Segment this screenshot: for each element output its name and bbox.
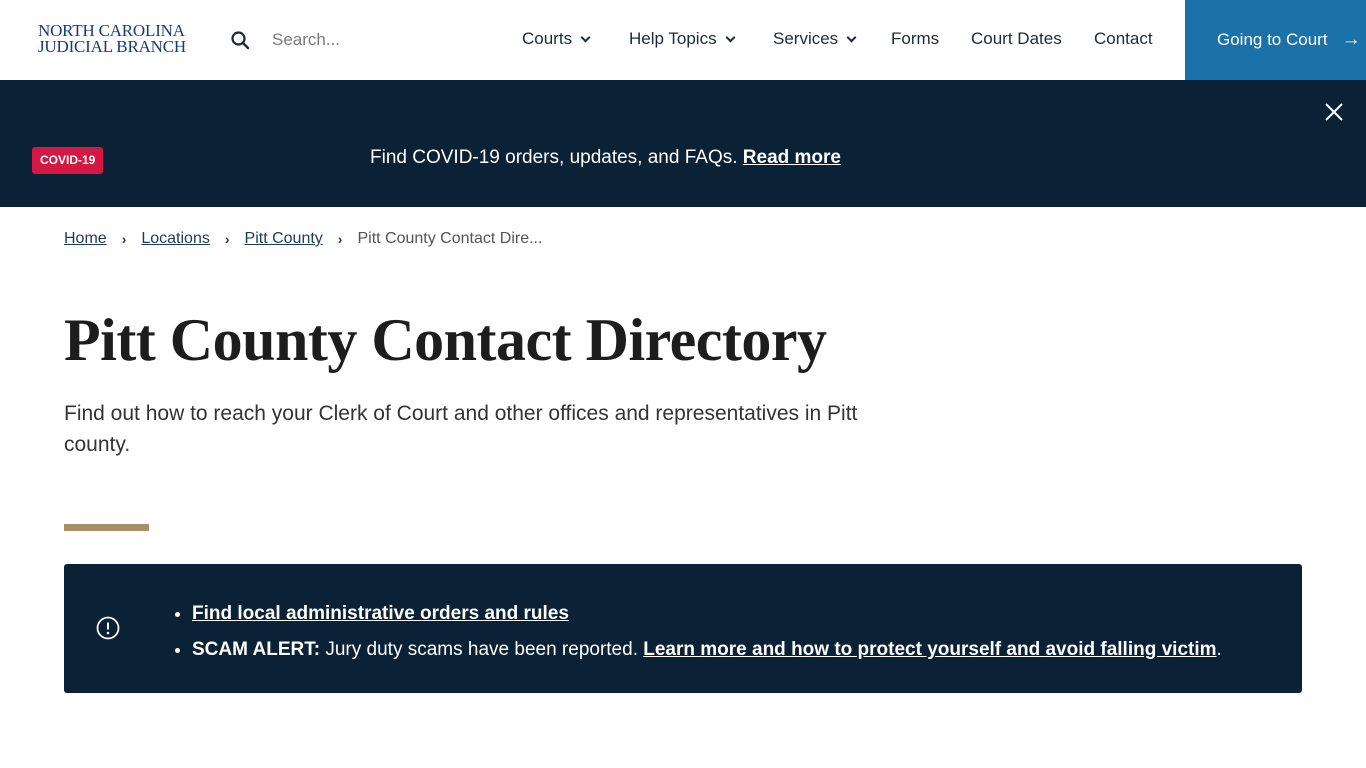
chevron-down-icon — [846, 32, 857, 42]
alert-item: SCAM ALERT: Jury duty scams have been re… — [192, 632, 1222, 668]
nav-courts[interactable]: Courts — [522, 29, 591, 49]
banner-text: Find COVID-19 orders, updates, and FAQs. — [370, 147, 738, 168]
nav-contact[interactable]: Contact — [1094, 29, 1153, 49]
nav-forms-label: Forms — [891, 29, 940, 48]
read-more-link[interactable]: Read more — [743, 147, 841, 168]
breadcrumb-separator-icon: › — [121, 231, 127, 247]
breadcrumb-current: Pitt County Contact Dire... — [357, 230, 543, 247]
chevron-down-icon — [580, 32, 591, 42]
search-input[interactable] — [262, 24, 462, 56]
nav-services-label: Services — [773, 29, 839, 48]
close-icon[interactable] — [1323, 101, 1345, 123]
breadcrumb-home[interactable]: Home — [64, 230, 107, 248]
page-intro: Find out how to reach your Clerk of Cour… — [64, 402, 858, 456]
nav-services[interactable]: Services — [773, 29, 857, 49]
covid-badge: COVID-19 — [32, 147, 104, 174]
site-header: NORTH CAROLINA JUDICIAL BRANCH Courts He… — [0, 0, 1366, 80]
breadcrumb: Home › Locations › Pitt County › Pitt Co… — [64, 230, 542, 248]
scam-learn-more-link[interactable]: Learn more and how to protect yourself a… — [643, 639, 1216, 660]
nav-help-topics-label: Help Topics — [629, 29, 717, 48]
alert-box: Find local administrative orders and rul… — [64, 564, 1302, 693]
breadcrumb-locations[interactable]: Locations — [141, 230, 210, 248]
arrow-right-icon: → — [1341, 29, 1361, 50]
admin-orders-link[interactable]: Find local administrative orders and rul… — [192, 603, 569, 624]
banner-message: Find COVID-19 orders, updates, and FAQs.… — [370, 147, 841, 169]
nav-court-dates-label: Court Dates — [971, 29, 1062, 48]
nav-forms[interactable]: Forms — [891, 29, 939, 49]
site-logo[interactable]: NORTH CAROLINA JUDICIAL BRANCH — [38, 22, 186, 56]
accent-divider — [64, 524, 149, 531]
nav-contact-label: Contact — [1094, 29, 1153, 48]
covid-banner: COVID-19 Find COVID-19 orders, updates, … — [0, 80, 1366, 207]
nav-court-dates[interactable]: Court Dates — [971, 29, 1062, 49]
scam-alert-label: SCAM ALERT: — [192, 639, 321, 660]
chevron-down-icon — [725, 32, 736, 42]
scam-alert-end: . — [1216, 639, 1222, 660]
alert-item: Find local administrative orders and rul… — [192, 596, 1222, 632]
going-to-court-button[interactable]: Going to Court → — [1185, 0, 1366, 80]
breadcrumb-pitt-county[interactable]: Pitt County — [245, 230, 323, 248]
going-to-court-label: Going to Court — [1217, 30, 1328, 49]
search-icon[interactable] — [230, 30, 250, 50]
nav-help-topics[interactable]: Help Topics — [629, 29, 736, 49]
breadcrumb-separator-icon: › — [224, 231, 230, 247]
alert-list: Find local administrative orders and rul… — [192, 596, 1222, 668]
breadcrumb-separator-icon: › — [337, 231, 343, 247]
page-title: Pitt County Contact Directory — [64, 307, 827, 373]
logo-line-2: JUDICIAL BRANCH — [38, 37, 186, 56]
scam-alert-text: Jury duty scams have been reported. — [320, 639, 644, 660]
alert-circle-icon — [96, 616, 120, 640]
nav-courts-label: Courts — [522, 29, 573, 48]
